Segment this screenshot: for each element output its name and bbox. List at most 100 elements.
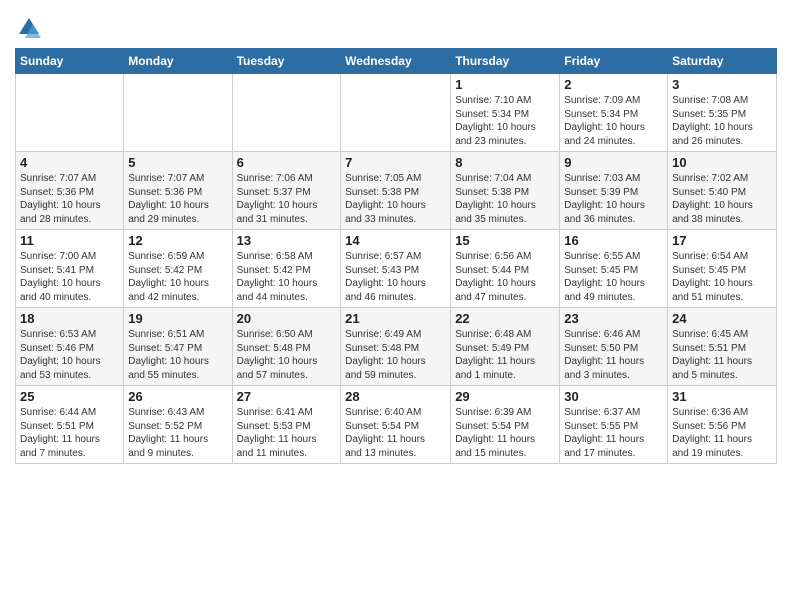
day-info: Sunrise: 7:02 AM Sunset: 5:40 PM Dayligh… (672, 172, 772, 226)
day-number: 9 (564, 155, 663, 170)
day-info: Sunrise: 6:43 AM Sunset: 5:52 PM Dayligh… (128, 406, 227, 460)
week-row-1: 1 Sunrise: 7:10 AM Sunset: 5:34 PM Daylig… (16, 74, 777, 152)
day-number: 14 (345, 233, 446, 248)
day-number: 28 (345, 389, 446, 404)
day-number: 26 (128, 389, 227, 404)
calendar-cell: 13 Sunrise: 6:58 AM Sunset: 5:42 PM Dayli… (232, 230, 341, 308)
calendar-cell (232, 74, 341, 152)
col-header-thursday: Thursday (451, 49, 560, 74)
day-number: 4 (20, 155, 119, 170)
calendar-cell: 5 Sunrise: 7:07 AM Sunset: 5:36 PM Daylig… (124, 152, 232, 230)
logo-icon (15, 14, 43, 42)
day-number: 27 (237, 389, 337, 404)
day-info: Sunrise: 7:09 AM Sunset: 5:34 PM Dayligh… (564, 94, 663, 148)
day-number: 29 (455, 389, 555, 404)
day-info: Sunrise: 6:53 AM Sunset: 5:46 PM Dayligh… (20, 328, 119, 382)
calendar-cell: 4 Sunrise: 7:07 AM Sunset: 5:36 PM Daylig… (16, 152, 124, 230)
day-number: 17 (672, 233, 772, 248)
day-number: 7 (345, 155, 446, 170)
day-number: 19 (128, 311, 227, 326)
day-number: 10 (672, 155, 772, 170)
day-info: Sunrise: 7:06 AM Sunset: 5:37 PM Dayligh… (237, 172, 337, 226)
week-row-4: 18 Sunrise: 6:53 AM Sunset: 5:46 PM Dayli… (16, 308, 777, 386)
col-header-sunday: Sunday (16, 49, 124, 74)
calendar-cell: 19Sunrise: 6:51 AM Sunset: 5:47 PM Dayli… (124, 308, 232, 386)
day-info: Sunrise: 7:07 AM Sunset: 5:36 PM Dayligh… (20, 172, 119, 226)
col-header-friday: Friday (560, 49, 668, 74)
calendar-cell: 26 Sunrise: 6:43 AM Sunset: 5:52 PM Dayli… (124, 386, 232, 464)
day-info: Sunrise: 7:05 AM Sunset: 5:38 PM Dayligh… (345, 172, 446, 226)
calendar-cell: 16 Sunrise: 6:55 AM Sunset: 5:45 PM Dayli… (560, 230, 668, 308)
calendar-cell: 1 Sunrise: 7:10 AM Sunset: 5:34 PM Daylig… (451, 74, 560, 152)
day-info: Sunrise: 6:50 AM Sunset: 5:48 PM Dayligh… (237, 328, 337, 382)
day-number: 24 (672, 311, 772, 326)
day-info: Sunrise: 6:45 AM Sunset: 5:51 PM Dayligh… (672, 328, 772, 382)
col-header-wednesday: Wednesday (341, 49, 451, 74)
day-info: Sunrise: 7:08 AM Sunset: 5:35 PM Dayligh… (672, 94, 772, 148)
calendar-cell: 9 Sunrise: 7:03 AM Sunset: 5:39 PM Daylig… (560, 152, 668, 230)
calendar-cell: 14 Sunrise: 6:57 AM Sunset: 5:43 PM Dayli… (341, 230, 451, 308)
day-info: Sunrise: 7:03 AM Sunset: 5:39 PM Dayligh… (564, 172, 663, 226)
day-number: 8 (455, 155, 555, 170)
calendar-cell: 29 Sunrise: 6:39 AM Sunset: 5:54 PM Dayli… (451, 386, 560, 464)
day-number: 2 (564, 77, 663, 92)
day-info: Sunrise: 6:37 AM Sunset: 5:55 PM Dayligh… (564, 406, 663, 460)
day-info: Sunrise: 6:55 AM Sunset: 5:45 PM Dayligh… (564, 250, 663, 304)
day-number: 23 (564, 311, 663, 326)
day-number: 1 (455, 77, 555, 92)
day-info: Sunrise: 6:36 AM Sunset: 5:56 PM Dayligh… (672, 406, 772, 460)
day-number: 20 (237, 311, 337, 326)
day-number: 30 (564, 389, 663, 404)
day-number: 31 (672, 389, 772, 404)
day-info: Sunrise: 6:49 AM Sunset: 5:48 PM Dayligh… (345, 328, 446, 382)
day-info: Sunrise: 6:40 AM Sunset: 5:54 PM Dayligh… (345, 406, 446, 460)
day-info: Sunrise: 6:44 AM Sunset: 5:51 PM Dayligh… (20, 406, 119, 460)
day-number: 12 (128, 233, 227, 248)
day-number: 13 (237, 233, 337, 248)
day-info: Sunrise: 6:39 AM Sunset: 5:54 PM Dayligh… (455, 406, 555, 460)
day-info: Sunrise: 6:58 AM Sunset: 5:42 PM Dayligh… (237, 250, 337, 304)
day-number: 3 (672, 77, 772, 92)
day-info: Sunrise: 6:59 AM Sunset: 5:42 PM Dayligh… (128, 250, 227, 304)
calendar-cell: 27 Sunrise: 6:41 AM Sunset: 5:53 PM Dayli… (232, 386, 341, 464)
day-info: Sunrise: 6:48 AM Sunset: 5:49 PM Dayligh… (455, 328, 555, 382)
day-number: 15 (455, 233, 555, 248)
day-info: Sunrise: 6:57 AM Sunset: 5:43 PM Dayligh… (345, 250, 446, 304)
day-info: Sunrise: 7:00 AM Sunset: 5:41 PM Dayligh… (20, 250, 119, 304)
col-header-saturday: Saturday (668, 49, 777, 74)
day-info: Sunrise: 7:07 AM Sunset: 5:36 PM Dayligh… (128, 172, 227, 226)
calendar-cell: 24 Sunrise: 6:45 AM Sunset: 5:51 PM Dayli… (668, 308, 777, 386)
calendar-cell: 11 Sunrise: 7:00 AM Sunset: 5:41 PM Dayli… (16, 230, 124, 308)
week-row-2: 4 Sunrise: 7:07 AM Sunset: 5:36 PM Daylig… (16, 152, 777, 230)
day-number: 6 (237, 155, 337, 170)
day-number: 25 (20, 389, 119, 404)
calendar-cell: 12 Sunrise: 6:59 AM Sunset: 5:42 PM Dayli… (124, 230, 232, 308)
calendar-cell: 7 Sunrise: 7:05 AM Sunset: 5:38 PM Daylig… (341, 152, 451, 230)
calendar-cell: 17 Sunrise: 6:54 AM Sunset: 5:45 PM Dayli… (668, 230, 777, 308)
calendar-table: SundayMondayTuesdayWednesdayThursdayFrid… (15, 48, 777, 464)
calendar-cell: 28 Sunrise: 6:40 AM Sunset: 5:54 PM Dayli… (341, 386, 451, 464)
day-info: Sunrise: 6:41 AM Sunset: 5:53 PM Dayligh… (237, 406, 337, 460)
day-info: Sunrise: 6:56 AM Sunset: 5:44 PM Dayligh… (455, 250, 555, 304)
day-number: 11 (20, 233, 119, 248)
week-row-3: 11 Sunrise: 7:00 AM Sunset: 5:41 PM Dayli… (16, 230, 777, 308)
calendar-header-row: SundayMondayTuesdayWednesdayThursdayFrid… (16, 49, 777, 74)
day-number: 21 (345, 311, 446, 326)
calendar-cell: 22 Sunrise: 6:48 AM Sunset: 5:49 PM Dayli… (451, 308, 560, 386)
calendar-cell: 31 Sunrise: 6:36 AM Sunset: 5:56 PM Dayli… (668, 386, 777, 464)
day-info: Sunrise: 7:04 AM Sunset: 5:38 PM Dayligh… (455, 172, 555, 226)
day-number: 5 (128, 155, 227, 170)
logo (15, 14, 47, 42)
day-info: Sunrise: 7:10 AM Sunset: 5:34 PM Dayligh… (455, 94, 555, 148)
calendar-cell (341, 74, 451, 152)
day-number: 18 (20, 311, 119, 326)
day-number: 16 (564, 233, 663, 248)
calendar-cell: 6 Sunrise: 7:06 AM Sunset: 5:37 PM Daylig… (232, 152, 341, 230)
day-number: 22 (455, 311, 555, 326)
day-info: Sunrise: 6:54 AM Sunset: 5:45 PM Dayligh… (672, 250, 772, 304)
calendar-cell: 3 Sunrise: 7:08 AM Sunset: 5:35 PM Daylig… (668, 74, 777, 152)
calendar-cell (16, 74, 124, 152)
day-info: Sunrise: 6:46 AM Sunset: 5:50 PM Dayligh… (564, 328, 663, 382)
calendar-cell: 23 Sunrise: 6:46 AM Sunset: 5:50 PM Dayli… (560, 308, 668, 386)
page-header (15, 10, 777, 42)
